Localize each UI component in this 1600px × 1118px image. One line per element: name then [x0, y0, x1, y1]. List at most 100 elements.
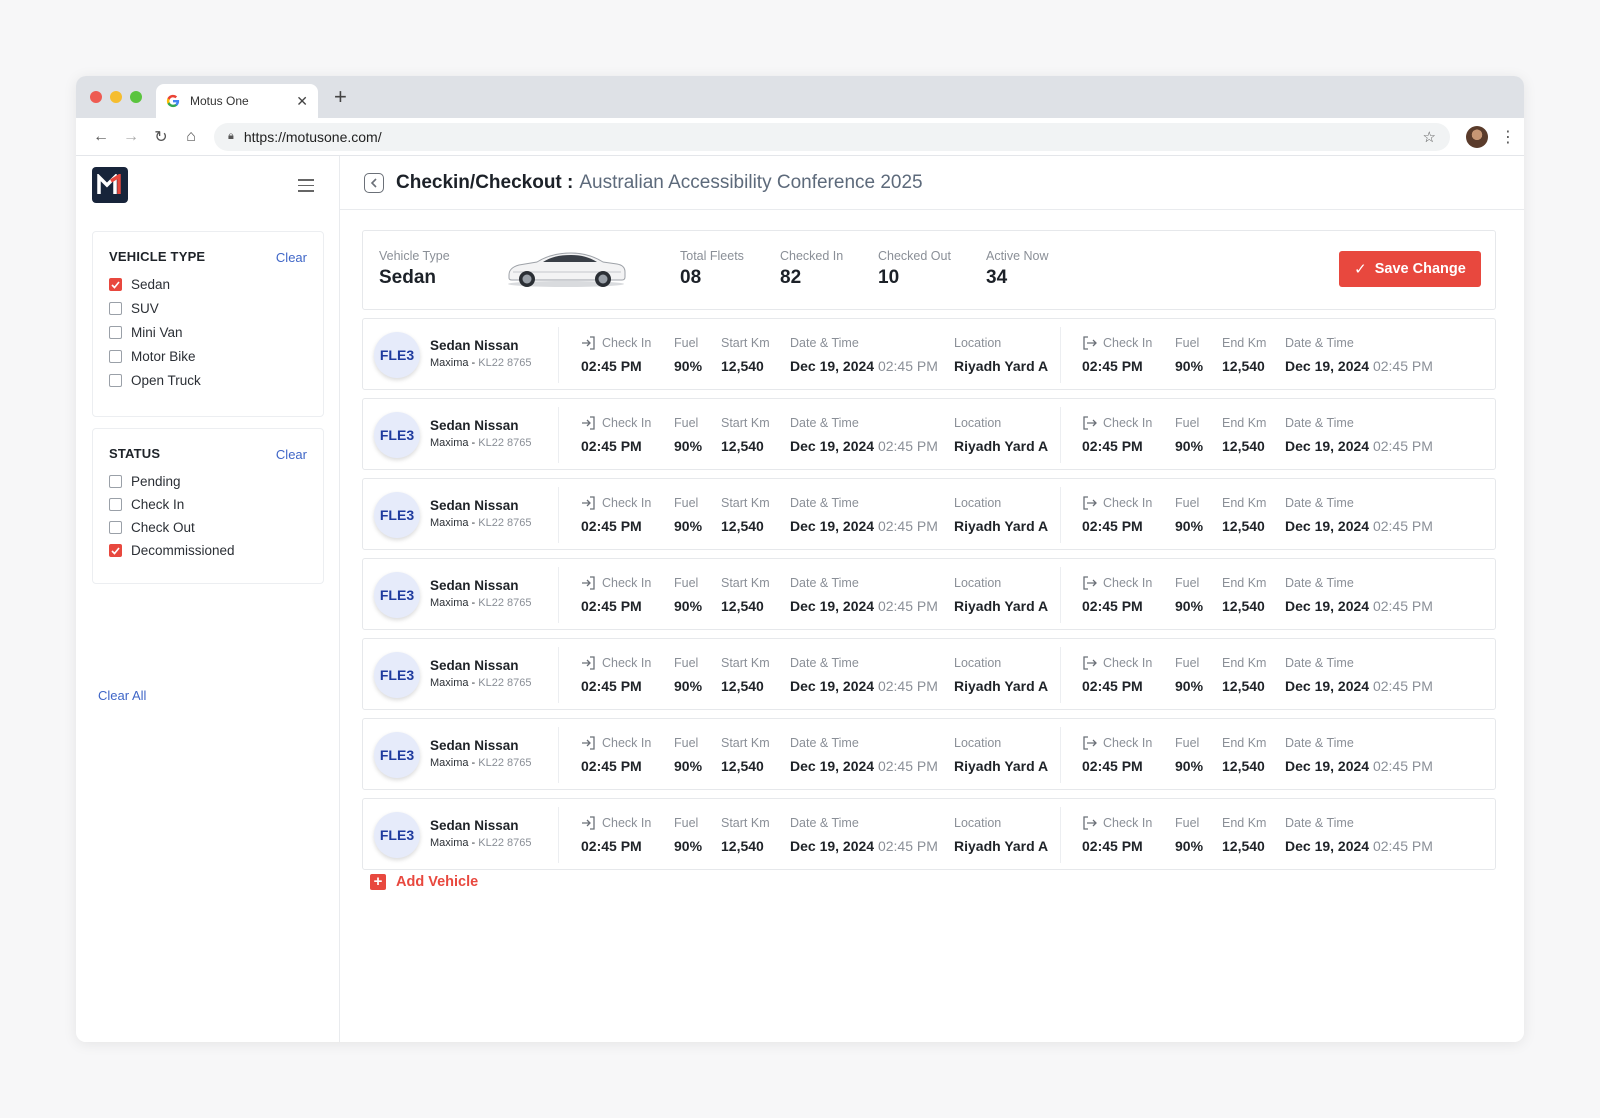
in-date-value: Dec 19, 2024 02:45 PM	[790, 838, 938, 854]
vehicle-row[interactable]: FLE3 Sedan Nissan Maxima - KL22 8765 Check …	[362, 718, 1496, 790]
maximize-window-button[interactable]	[130, 91, 142, 103]
checkbox[interactable]	[109, 278, 122, 291]
filter-option-check-out[interactable]: Check Out	[109, 520, 307, 535]
in-date: Dec 19, 2024	[790, 598, 878, 614]
start-km-value: 12,540	[721, 758, 764, 774]
checkbox[interactable]	[109, 521, 122, 534]
vehicle-row[interactable]: FLE3 Sedan Nissan Maxima - KL22 8765 Check …	[362, 398, 1496, 470]
vehicle-row[interactable]: FLE3 Sedan Nissan Maxima - KL22 8765 Check …	[362, 318, 1496, 390]
vehicle-name: Sedan Nissan	[430, 418, 519, 433]
out-date-value: Dec 19, 2024 02:45 PM	[1285, 518, 1433, 534]
vehicle-name: Sedan Nissan	[430, 338, 519, 353]
check-out-header: Check In	[1082, 815, 1152, 831]
back-arrow-icon[interactable]: ←	[86, 128, 116, 146]
checkbox[interactable]	[109, 326, 122, 339]
start-km-cell: Start Km 12,540	[721, 815, 770, 854]
forward-arrow-icon[interactable]: →	[116, 128, 146, 146]
close-window-button[interactable]	[90, 91, 102, 103]
checked-out-value: 10	[878, 267, 900, 288]
start-km-value: 12,540	[721, 838, 764, 854]
reload-icon[interactable]: ↻	[146, 127, 176, 147]
minimize-window-button[interactable]	[110, 91, 122, 103]
browser-tab[interactable]: Motus One ✕	[156, 84, 318, 118]
end-km-value: 12,540	[1222, 758, 1265, 774]
back-button[interactable]	[364, 172, 384, 193]
out-date-cell: Date & Time Dec 19, 2024 02:45 PM	[1285, 815, 1433, 854]
home-icon[interactable]: ⌂	[176, 128, 206, 146]
out-date-cell: Date & Time Dec 19, 2024 02:45 PM	[1285, 655, 1433, 694]
end-km-label: End Km	[1222, 576, 1267, 590]
in-date-value: Dec 19, 2024 02:45 PM	[790, 758, 938, 774]
out-date: Dec 19, 2024	[1285, 758, 1373, 774]
url-text: https://motusone.com/	[243, 128, 382, 145]
vehicle-row[interactable]: FLE3 Sedan Nissan Maxima - KL22 8765 Check …	[362, 558, 1496, 630]
filter-option-sedan[interactable]: Sedan	[109, 277, 307, 292]
model-name: Maxima -	[430, 517, 479, 529]
filter-option-mini-van[interactable]: Mini Van	[109, 325, 307, 340]
checkbox[interactable]	[109, 475, 122, 488]
close-tab-icon[interactable]: ✕	[296, 93, 308, 110]
out-date-cell: Date & Time Dec 19, 2024 02:45 PM	[1285, 735, 1433, 774]
status-clear-link[interactable]: Clear	[276, 447, 307, 462]
fuel-in-value: 90%	[674, 438, 703, 454]
start-km-label: Start Km	[721, 736, 770, 750]
check-out-label: Check In	[1103, 496, 1153, 510]
fuel-in-cell: Fuel 90%	[674, 495, 702, 534]
filter-option-motor-bike[interactable]: Motor Bike	[109, 349, 307, 364]
checkbox[interactable]	[109, 350, 122, 363]
fuel-label: Fuel	[674, 336, 699, 350]
checkbox[interactable]	[109, 498, 122, 511]
vehicle-name: Sedan Nissan	[430, 578, 519, 593]
sedan-car-image	[508, 252, 626, 287]
vehicle-row[interactable]: FLE3 Sedan Nissan Maxima - KL22 8765 Check …	[362, 798, 1496, 870]
profile-avatar[interactable]	[1466, 125, 1488, 148]
fuel-in-value: 90%	[674, 518, 703, 534]
filter-option-suv[interactable]: SUV	[109, 301, 307, 316]
checkbox[interactable]	[109, 302, 122, 315]
location-cell: Location Riyadh Yard A	[954, 495, 1048, 534]
model-name: Maxima -	[430, 597, 479, 609]
add-vehicle-button[interactable]: + Add Vehicle	[370, 874, 478, 890]
summary-total-fleets: Total Fleets 08	[680, 249, 744, 289]
model-name: Maxima -	[430, 437, 479, 449]
check-in-label: Check In	[602, 416, 652, 430]
save-change-button[interactable]: ✓ Save Change	[1339, 251, 1481, 287]
in-date: Dec 19, 2024	[790, 438, 878, 454]
option-label: SUV	[131, 301, 159, 316]
vehicle-row[interactable]: FLE3 Sedan Nissan Maxima - KL22 8765 Check …	[362, 638, 1496, 710]
vehicle-type-value: Sedan	[379, 267, 437, 288]
fuel-out-value: 90%	[1175, 678, 1204, 694]
check-out-cell: Check In 02:45 PM	[1082, 495, 1152, 534]
address-bar[interactable]: 🔒︎ https://motusone.com/ ☆	[214, 122, 1450, 151]
vehicle-type-clear-link[interactable]: Clear	[276, 250, 307, 265]
app-logo[interactable]	[92, 167, 128, 203]
checkbox[interactable]	[109, 544, 122, 557]
plus-icon: +	[370, 874, 386, 890]
end-km-cell: End Km 12,540	[1222, 815, 1266, 854]
check-out-header: Check In	[1082, 415, 1152, 431]
browser-menu-icon[interactable]: ⋮	[1500, 127, 1516, 147]
start-km-value: 12,540	[721, 678, 764, 694]
filter-option-pending[interactable]: Pending	[109, 474, 307, 489]
status-filter: STATUS Clear Pending Check In Check Out Dec…	[92, 428, 324, 584]
check-out-label: Check In	[1103, 736, 1153, 750]
clear-all-link[interactable]: Clear All	[98, 688, 146, 703]
fuel-out-value: 90%	[1175, 598, 1204, 614]
vehicle-row[interactable]: FLE3 Sedan Nissan Maxima - KL22 8765 Check …	[362, 478, 1496, 550]
fuel-label: Fuel	[1175, 736, 1200, 750]
location-value: Riyadh Yard A	[954, 438, 1049, 454]
end-km-value: 12,540	[1222, 678, 1265, 694]
start-km-label: Start Km	[721, 656, 770, 670]
vehicle-model: Maxima - KL22 8765	[430, 597, 532, 609]
hamburger-menu-icon[interactable]	[298, 179, 314, 196]
start-km-label: Start Km	[721, 416, 770, 430]
check-out-cell: Check In 02:45 PM	[1082, 655, 1152, 694]
new-tab-icon[interactable]: +	[334, 86, 347, 108]
filter-sidebar: VEHICLE TYPE Clear Sedan SUV Mini Van Motor…	[76, 156, 340, 1042]
checkbox[interactable]	[109, 374, 122, 387]
bookmark-star-icon[interactable]: ☆	[1423, 128, 1436, 146]
filter-option-decommissioned[interactable]: Decommissioned	[109, 543, 307, 558]
filter-option-check-in[interactable]: Check In	[109, 497, 307, 512]
filter-option-open-truck[interactable]: Open Truck	[109, 373, 307, 388]
check-out-label: Check In	[1103, 416, 1153, 430]
